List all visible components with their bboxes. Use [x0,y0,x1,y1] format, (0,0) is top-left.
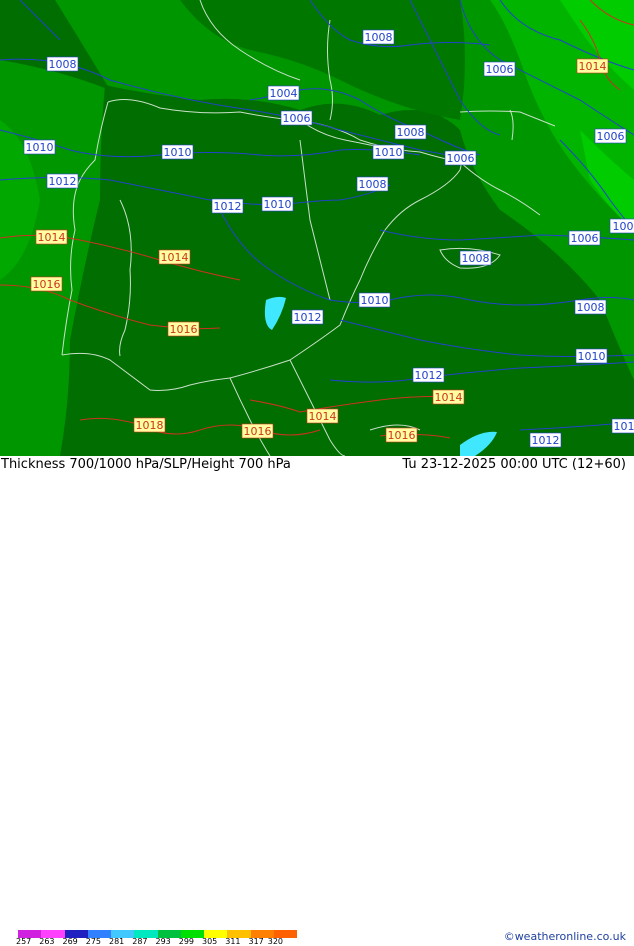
isobar-label: 1006 [281,111,312,125]
isobar-label-text: 1010 [264,198,292,211]
isobar-label: 1016 [386,428,417,442]
isobar-label: 1006 [445,151,476,165]
isobar-label: 1018 [134,418,165,432]
legend-tick-label: 257 [16,937,31,946]
isobar-label-text: 1006 [486,63,514,76]
isobar-label-text: 1008 [577,301,605,314]
legend-tick-label: 320 [268,937,283,946]
legend-tick-label: 275 [86,937,101,946]
isobar-label-text: 1010 [578,350,606,363]
isobar-label-text: 1014 [161,251,189,264]
isobar-label: 1004 [268,86,299,100]
isobar-label-text: 1016 [244,425,272,438]
isobar-label: 1010 [24,140,55,154]
isobar-label: 1008 [47,57,78,71]
isobar-label: 1008 [460,251,491,265]
isobar-label-text: 1014 [309,410,337,423]
isobar-label: 1012 [413,368,444,382]
isobar-label-text: 1008 [462,252,490,265]
isobar-label-text: 1012 [415,369,443,382]
map-footer: Thickness 700/1000 hPa/SLP/Height 700 hP… [0,456,634,490]
isobar-label-text: 1014 [38,231,66,244]
isobar-label: 1008 [575,300,606,314]
isobar-label-text: 1016 [33,278,61,291]
isobar-label-text: 1014 [579,60,607,73]
isobar-label-text: 1006 [283,112,311,125]
isobar-label: 1012 [47,174,78,188]
isobar-label-text: 100 [613,220,634,233]
isobar-label-text: 1004 [270,87,298,100]
isobar-label-text: 1010 [26,141,54,154]
legend-tick-label: 293 [156,937,171,946]
isobar-label-text: 1012 [532,434,560,447]
isobar-label-text: 1006 [571,232,599,245]
isobar-label-text: 1008 [365,31,393,44]
valid-time: Tu 23-12-2025 00:00 UTC (12+60) [402,457,626,472]
isobar-label-text: 101 [614,420,634,433]
isobar-label-text: 1012 [294,311,322,324]
isobar-label-text: 1010 [164,146,192,159]
isobar-label: 1014 [577,59,608,73]
isobar-label-text: 1016 [388,429,416,442]
isobar-label-text: 1014 [435,391,463,404]
isobar-label-text: 1012 [49,175,77,188]
isobar-label: 1014 [433,390,464,404]
isobar-label-text: 1008 [49,58,77,71]
legend-tick-label: 281 [109,937,124,946]
isobar-label-text: 1010 [375,146,403,159]
isobar-label: 1006 [595,129,626,143]
legend-tick-label: 311 [225,937,240,946]
isobar-label: 1010 [373,145,404,159]
isobar-label-text: 1016 [170,323,198,336]
isobar-label: 1008 [395,125,426,139]
color-legend-ticks: 257 263 269 275 281 287 293 299 305 311 317 320 [16,937,316,946]
isobar-label: 1016 [168,322,199,336]
isobar-label: 101 [612,419,634,433]
legend-tick-label: 287 [132,937,147,946]
isobar-label: 1006 [484,62,515,76]
isobar-label: 1014 [36,230,67,244]
credit-link[interactable]: ©weatheronline.co.uk [504,930,626,943]
isobar-label: 1010 [359,293,390,307]
isobar-label-text: 1006 [597,130,625,143]
isobar-label: 1012 [212,199,243,213]
isobar-label-text: 1010 [361,294,389,307]
isobar-label-text: 1008 [359,178,387,191]
isobar-label-text: 1018 [136,419,164,432]
map-canvas: 1008 1006 1014 1004 1006 1010 1010 1008 … [0,0,634,456]
isobar-label: 1010 [576,349,607,363]
weather-map[interactable]: 1008 1006 1014 1004 1006 1010 1010 1008 … [0,0,634,456]
isobar-label: 1012 [292,310,323,324]
isobar-label-text: 1006 [447,152,475,165]
isobar-label: 1014 [307,409,338,423]
isobar-label: 1010 [262,197,293,211]
legend-tick-label: 317 [249,937,264,946]
legend-tick-label: 269 [63,937,78,946]
isobar-label: 100 [610,219,634,233]
isobar-label: 1008 [357,177,388,191]
isobar-label: 1006 [569,231,600,245]
legend-tick-label: 263 [39,937,54,946]
map-title: Thickness 700/1000 hPa/SLP/Height 700 hP… [1,457,291,472]
isobar-label-text: 1008 [397,126,425,139]
isobar-label: 1016 [31,277,62,291]
isobar-label: 1012 [530,433,561,447]
isobar-label: 1008 [363,30,394,44]
isobar-label: 1016 [242,424,273,438]
isobar-label-text: 1012 [214,200,242,213]
legend-tick-label: 299 [179,937,194,946]
isobar-label: 1010 [162,145,193,159]
legend-tick-label: 305 [202,937,217,946]
isobar-label: 1014 [159,250,190,264]
